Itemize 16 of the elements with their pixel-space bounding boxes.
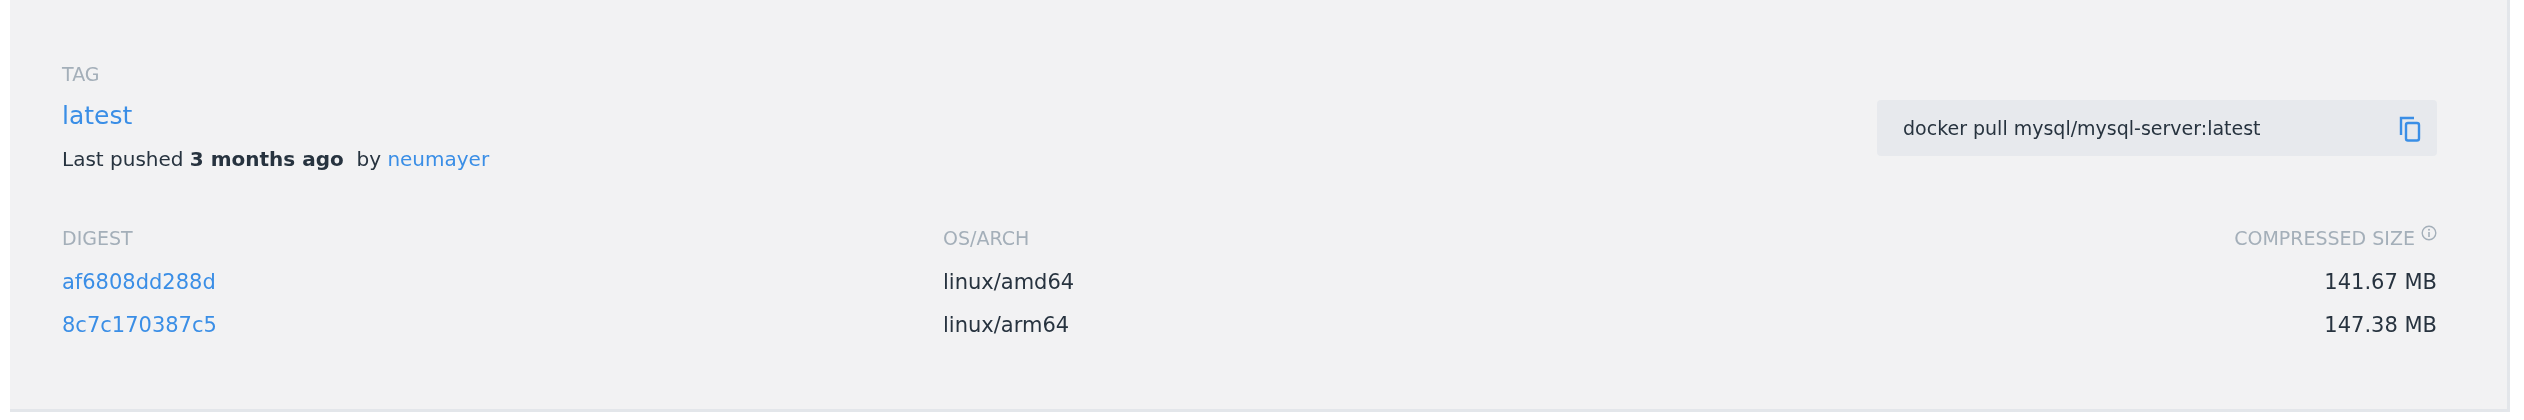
last-pushed-text: Last pushed 3 months ago by neumayer xyxy=(62,146,490,173)
size-text: 147.38 MB xyxy=(2324,313,2437,337)
digest-link[interactable]: af6808dd288d xyxy=(62,269,216,294)
column-header: OS/ARCH xyxy=(943,227,1030,249)
os-arch-text: linux/arm64 xyxy=(943,313,1070,337)
digest-link[interactable]: 8c7c170387c5 xyxy=(62,313,217,337)
os-arch-text: linux/amd64 xyxy=(943,269,1075,294)
column-header: DIGEST xyxy=(62,227,133,249)
column-header: COMPRESSED SIZE xyxy=(2234,227,2415,249)
size-text: 141.67 MB xyxy=(2324,269,2437,294)
tag-link[interactable]: latest xyxy=(62,100,133,130)
tag-label: TAG xyxy=(62,62,101,87)
user-link[interactable]: neumayer xyxy=(387,147,490,171)
copy-icon xyxy=(2399,116,2421,143)
pull-command: docker pull mysql/mysql-server:latest xyxy=(1903,115,2261,141)
info-icon xyxy=(2421,225,2437,241)
